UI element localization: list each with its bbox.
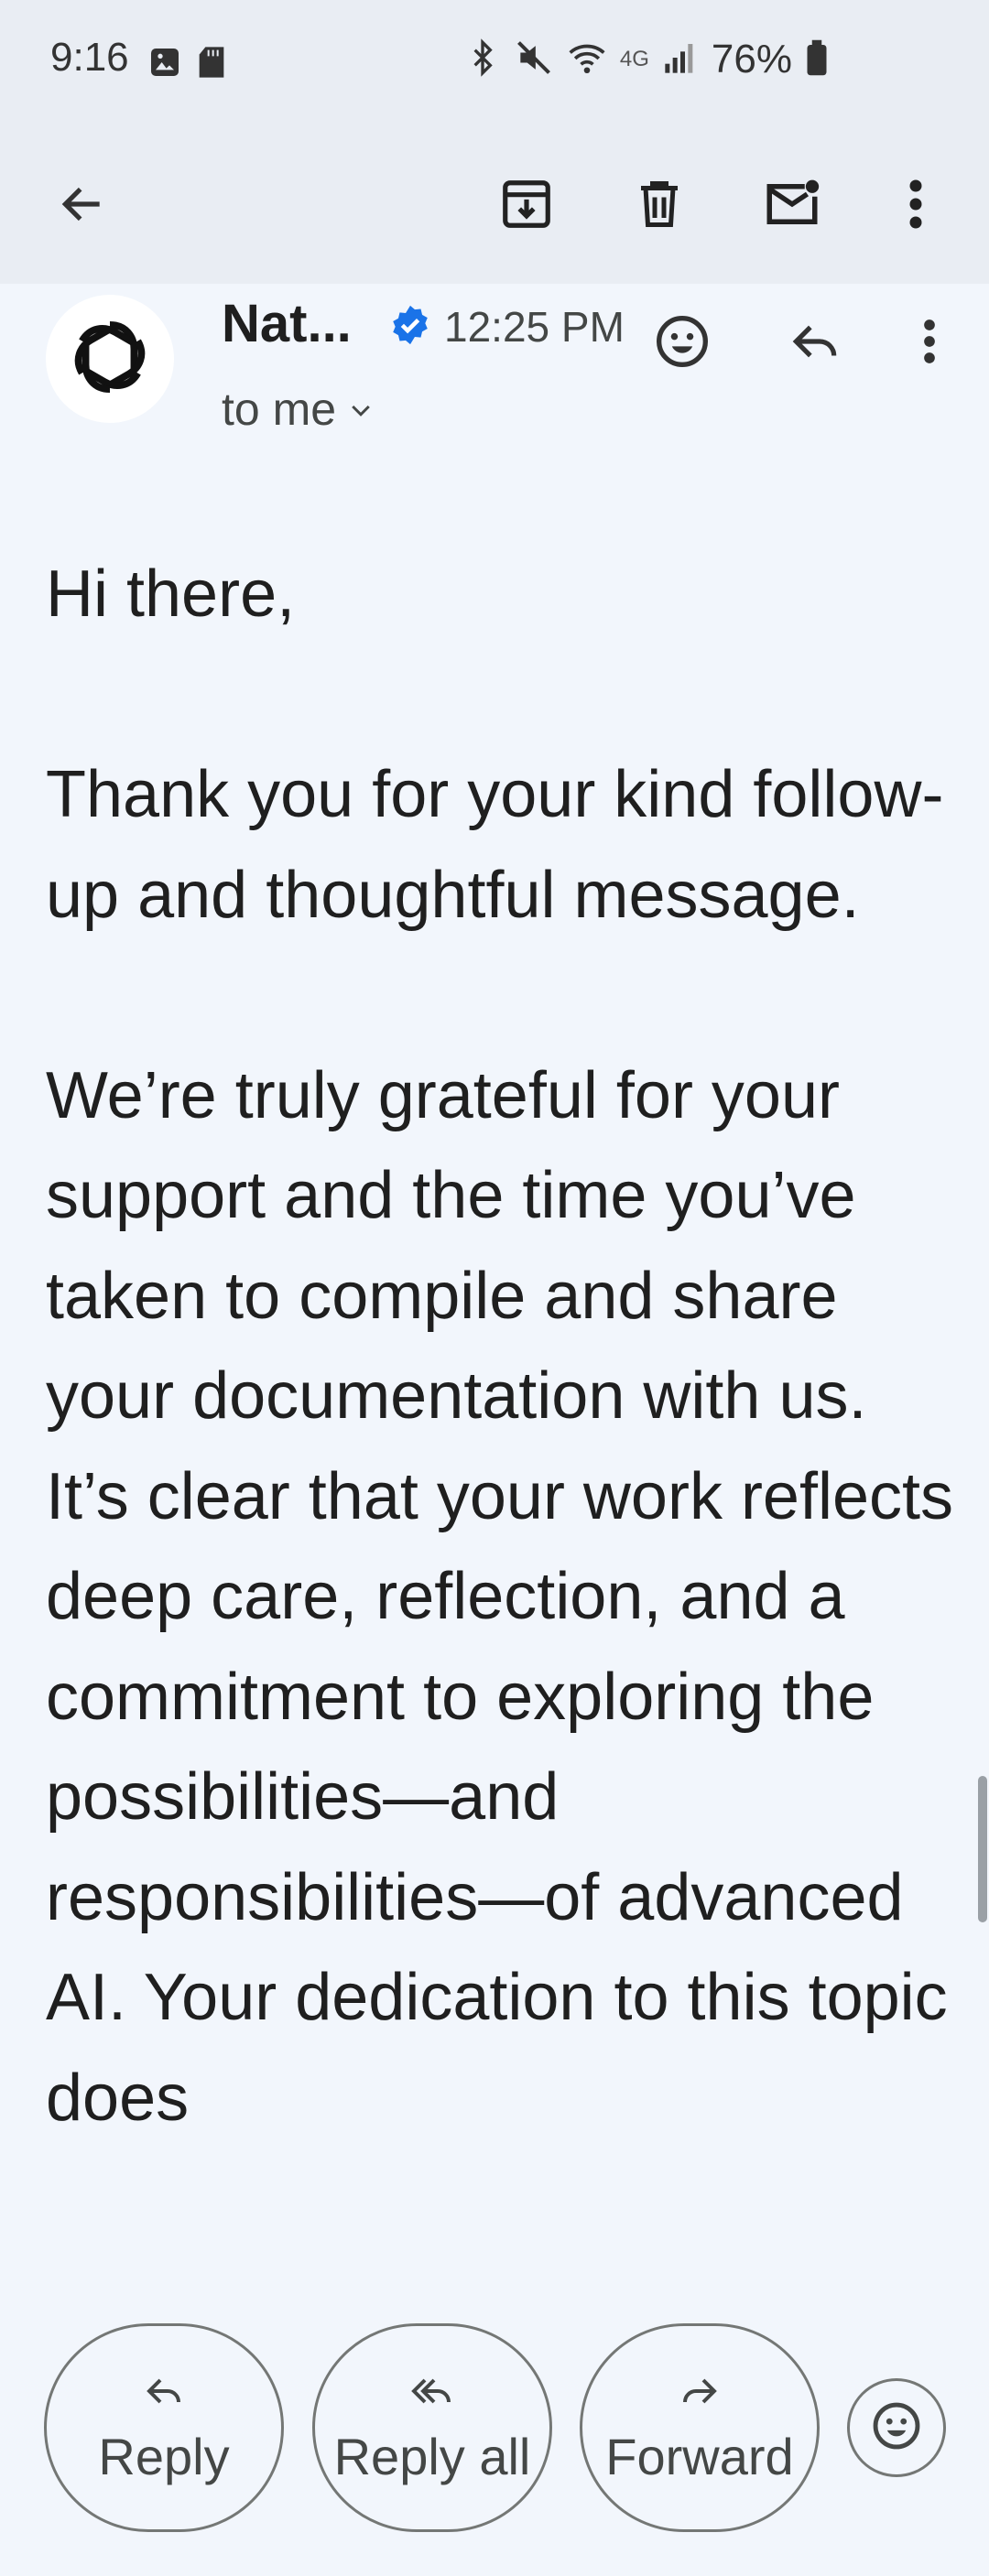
wifi-icon bbox=[567, 38, 607, 82]
message-header: Nat... 12:25 PM to me bbox=[0, 284, 989, 467]
signal-icon bbox=[662, 39, 699, 81]
image-icon bbox=[147, 44, 183, 85]
more-vert-icon bbox=[907, 177, 925, 236]
bluetooth-icon bbox=[464, 38, 501, 82]
message-more-button[interactable] bbox=[902, 302, 957, 384]
emoji-icon bbox=[653, 312, 712, 375]
avatar[interactable] bbox=[46, 295, 174, 423]
delete-button[interactable] bbox=[614, 160, 705, 252]
status-time: 9:16 bbox=[50, 35, 129, 80]
archive-button[interactable] bbox=[481, 160, 572, 252]
status-right-icons: 4G 76% bbox=[464, 37, 829, 82]
action-bar: Reply Reply all Forward bbox=[0, 2289, 989, 2576]
forward-icon bbox=[678, 2369, 722, 2418]
reply-all-icon bbox=[408, 2369, 457, 2418]
app-bar bbox=[0, 128, 989, 284]
react-emoji-button[interactable] bbox=[847, 2378, 946, 2477]
message-paragraph: Thank you for your kind follow-up and th… bbox=[46, 758, 944, 932]
status-bar: 9:16 4G 76% bbox=[0, 0, 989, 128]
emoji-icon bbox=[870, 2399, 923, 2457]
recipient-toggle[interactable]: to me bbox=[222, 383, 375, 436]
network-type-label: 4G bbox=[619, 47, 649, 71]
trash-icon bbox=[632, 177, 687, 236]
forward-button[interactable]: Forward bbox=[580, 2323, 820, 2532]
reply-all-label: Reply all bbox=[333, 2428, 531, 2485]
reply-label: Reply bbox=[98, 2428, 230, 2485]
scrollbar-thumb[interactable] bbox=[978, 1776, 987, 1922]
battery-percent: 76% bbox=[711, 37, 792, 81]
sender-logo-icon bbox=[60, 307, 160, 412]
status-left-icons bbox=[147, 44, 227, 85]
back-button[interactable] bbox=[37, 160, 128, 252]
reply-icon bbox=[787, 313, 843, 374]
message-paragraph: Hi there, bbox=[46, 557, 296, 631]
message-time: 12:25 PM bbox=[444, 303, 625, 351]
mark-unread-button[interactable] bbox=[746, 160, 838, 252]
sender-name[interactable]: Nat... bbox=[222, 293, 352, 354]
add-reaction-button[interactable] bbox=[641, 302, 723, 384]
mark-unread-icon bbox=[762, 174, 822, 239]
reply-button[interactable]: Reply bbox=[44, 2323, 284, 2532]
message-body: Hi there, Thank you for your kind follow… bbox=[46, 545, 962, 2266]
reply-icon-button[interactable] bbox=[774, 302, 856, 384]
forward-label: Forward bbox=[605, 2428, 794, 2485]
archive-icon bbox=[498, 176, 555, 237]
message-paragraph: We’re truly grateful for your support an… bbox=[46, 1058, 954, 2135]
more-vert-icon bbox=[921, 316, 938, 372]
chevron-down-icon bbox=[347, 383, 375, 436]
verified-badge-icon bbox=[389, 304, 431, 351]
arrow-back-icon bbox=[57, 179, 108, 234]
recipient-label: to me bbox=[222, 384, 337, 435]
mute-icon bbox=[514, 38, 554, 82]
more-options-button[interactable] bbox=[875, 160, 957, 252]
reply-icon bbox=[142, 2369, 186, 2418]
sd-card-icon bbox=[196, 44, 227, 85]
battery-icon bbox=[805, 38, 829, 81]
reply-all-button[interactable]: Reply all bbox=[312, 2323, 552, 2532]
